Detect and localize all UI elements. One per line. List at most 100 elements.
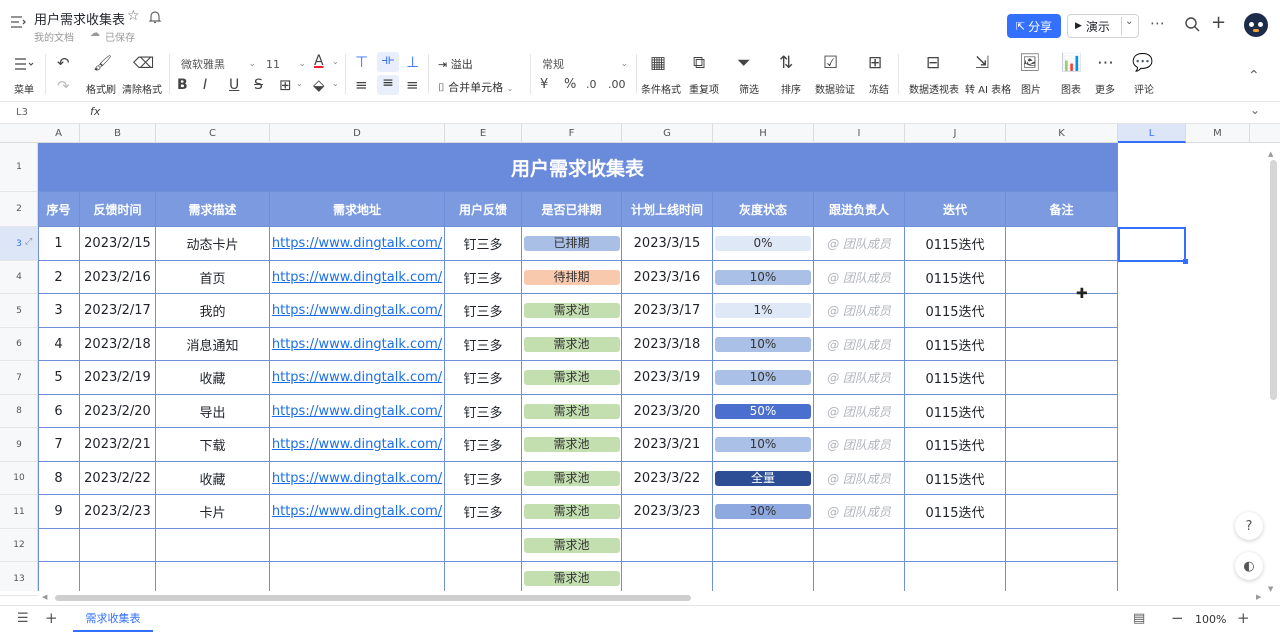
planned-launch-cell[interactable]: 2023/3/23	[622, 495, 713, 529]
merge-cells-button[interactable]: ⌷ 合并单元格 ⌄	[438, 79, 513, 95]
link[interactable]: https://www.dingtalk.com/	[272, 337, 442, 352]
column-header-e[interactable]: E	[445, 124, 522, 143]
planned-launch-cell[interactable]: 2023/3/19	[622, 361, 713, 395]
gray-status-cell[interactable]: 全量	[713, 462, 814, 495]
borders-icon[interactable]: ⊞	[279, 76, 292, 94]
owner-mention-cell[interactable]: @ 团队成员	[814, 395, 905, 428]
strikethrough-icon[interactable]: S	[254, 77, 263, 93]
planned-launch-cell[interactable]: 2023/3/20	[622, 395, 713, 428]
requirement-desc-cell[interactable]: 下载	[156, 428, 270, 462]
scroll-down-icon[interactable]: ▼	[1268, 585, 1273, 593]
iteration-cell[interactable]: 0115迭代	[905, 227, 1006, 261]
owner-mention-cell[interactable]: @ 团队成员	[814, 361, 905, 395]
remark-cell[interactable]	[1006, 562, 1118, 591]
star-icon[interactable]: ☆	[127, 8, 140, 24]
owner-mention-cell[interactable]	[814, 529, 905, 562]
horizontal-scrollbar[interactable]	[55, 595, 691, 601]
schedule-status-cell[interactable]: 需求池	[522, 462, 622, 495]
filter-icon[interactable]: ⏷	[737, 53, 751, 73]
row-number-cell[interactable]: 6	[38, 395, 80, 428]
sheet-tab[interactable]: 需求收集表	[73, 606, 153, 632]
zoom-level[interactable]: 100%	[1195, 613, 1226, 626]
align-right-icon[interactable]: ≡	[406, 76, 419, 94]
remark-cell[interactable]	[1006, 462, 1118, 495]
scroll-up-icon[interactable]: ▲	[1268, 150, 1273, 158]
italic-icon[interactable]: I	[203, 77, 207, 93]
chevron-down-icon[interactable]: ⌄	[332, 79, 339, 88]
requirement-link-cell[interactable]: https://www.dingtalk.com/	[270, 328, 445, 361]
row-header-7[interactable]: 7	[0, 361, 38, 395]
iteration-cell[interactable]: 0115迭代	[905, 395, 1006, 428]
remark-cell[interactable]	[1006, 395, 1118, 428]
gray-status-cell[interactable]: 10%	[713, 328, 814, 361]
chart-button[interactable]: 图表	[1061, 81, 1081, 96]
fill-color-icon[interactable]: ⬙	[313, 76, 325, 94]
more-button[interactable]: 更多	[1095, 81, 1115, 96]
planned-launch-cell[interactable]: 2023/3/22	[622, 462, 713, 495]
remark-cell[interactable]	[1006, 529, 1118, 562]
remark-cell[interactable]	[1006, 361, 1118, 395]
schedule-status-cell[interactable]: 需求池	[522, 328, 622, 361]
requirement-link-cell[interactable]: https://www.dingtalk.com/	[270, 294, 445, 328]
iteration-cell[interactable]: 0115迭代	[905, 328, 1006, 361]
schedule-status-cell[interactable]: 已排期	[522, 227, 622, 261]
sheet-grid[interactable]: 用户需求收集表 序号 反馈时间 需求描述 需求地址 用户反馈 是否已排期 计划上线时间 灰度状态…	[38, 143, 1268, 591]
sheet-list-icon[interactable]: ☰	[17, 611, 29, 626]
selected-cell[interactable]	[1118, 227, 1186, 262]
doc-title[interactable]: 用户需求收集表	[34, 9, 125, 28]
requirement-link-cell[interactable]: https://www.dingtalk.com/	[270, 462, 445, 495]
remark-cell[interactable]	[1006, 495, 1118, 529]
owner-mention-cell[interactable]: @ 团队成员	[814, 495, 905, 529]
remark-cell[interactable]	[1006, 261, 1118, 294]
clear-format-button[interactable]: 清除格式	[122, 81, 162, 96]
link[interactable]: https://www.dingtalk.com/	[272, 303, 442, 318]
user-feedback-cell[interactable]: 钉三多	[445, 294, 522, 328]
feedback-date-cell[interactable]: 2023/2/21	[80, 428, 156, 462]
gray-status-cell[interactable]: 0%	[713, 227, 814, 261]
currency-icon[interactable]: ¥	[540, 77, 548, 92]
requirement-desc-cell[interactable]: 导出	[156, 395, 270, 428]
add-sheet-icon[interactable]: +	[45, 609, 58, 627]
cell-reference[interactable]: L3	[16, 107, 28, 118]
row-header-2[interactable]: 2	[0, 192, 38, 227]
feedback-date-cell[interactable]: 2023/2/20	[80, 395, 156, 428]
align-center-icon[interactable]: ≡	[377, 75, 399, 95]
search-icon[interactable]	[1184, 16, 1200, 32]
font-color-icon[interactable]: A	[314, 53, 324, 69]
column-header-j[interactable]: J	[905, 124, 1006, 143]
freeze-button[interactable]: 冻结	[869, 81, 889, 96]
pivot-table-icon[interactable]: ⊟	[926, 53, 940, 73]
column-header-a[interactable]: A	[38, 124, 80, 143]
expand-row-icon[interactable]: ⤢	[25, 237, 32, 247]
gray-status-cell[interactable]: 10%	[713, 428, 814, 462]
iteration-cell[interactable]	[905, 529, 1006, 562]
underline-icon[interactable]: U	[229, 77, 239, 93]
column-title[interactable]: 需求描述	[156, 192, 270, 227]
row-header-1[interactable]: 1	[0, 143, 38, 192]
align-top-icon[interactable]: ⊤	[355, 53, 368, 71]
schedule-status-cell[interactable]: 需求池	[522, 529, 622, 562]
undo-icon[interactable]: ↶	[57, 54, 70, 72]
align-middle-icon[interactable]: ⟛	[377, 52, 399, 72]
owner-mention-cell[interactable]: @ 团队成员	[814, 462, 905, 495]
feedback-date-cell[interactable]: 2023/2/18	[80, 328, 156, 361]
owner-mention-cell[interactable]: @ 团队成员	[814, 294, 905, 328]
duplicates-button[interactable]: 重复项	[689, 81, 719, 96]
font-family-select[interactable]: 微软雅黑 ⌄	[176, 55, 256, 73]
align-bottom-icon[interactable]: ⊥	[406, 53, 419, 71]
percent-icon[interactable]: %	[564, 77, 576, 92]
scroll-right-icon[interactable]: ▶	[1256, 593, 1261, 601]
column-title[interactable]: 序号	[38, 192, 80, 227]
column-title[interactable]: 计划上线时间	[622, 192, 713, 227]
chart-icon[interactable]: 📊	[1061, 53, 1082, 73]
row-header-4[interactable]: 4	[0, 261, 38, 294]
requirement-desc-cell[interactable]: 我的	[156, 294, 270, 328]
align-left-icon[interactable]: ≡	[355, 76, 368, 94]
link[interactable]: https://www.dingtalk.com/	[272, 471, 442, 486]
requirement-desc-cell[interactable]: 卡片	[156, 495, 270, 529]
conditional-format-button[interactable]: 条件格式	[641, 81, 681, 96]
more-icon[interactable]: ⋯	[1097, 53, 1114, 73]
user-feedback-cell[interactable]: 钉三多	[445, 328, 522, 361]
redo-icon[interactable]: ↷	[57, 77, 70, 95]
row-number-cell[interactable]: 7	[38, 428, 80, 462]
